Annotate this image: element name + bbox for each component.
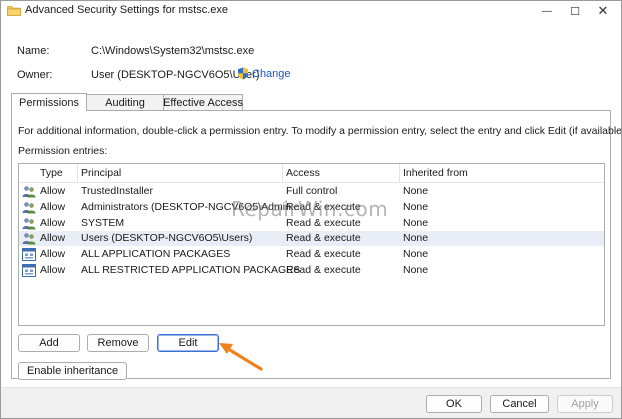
row-inherited-from: None [403, 264, 429, 276]
folder-icon [7, 6, 21, 16]
tab-auditing[interactable]: Auditing [86, 94, 164, 110]
table-row-selected[interactable]: Allow Users (DESKTOP-NGCV6O5\Users) Read… [19, 231, 604, 246]
row-access: Read & execute [286, 232, 361, 244]
column-divider[interactable] [282, 164, 283, 182]
permission-entries-list[interactable]: Type Principal Access Inherited from All… [18, 163, 605, 326]
column-header-principal[interactable]: Principal [81, 167, 121, 179]
row-principal: SYSTEM [81, 217, 125, 229]
row-type: Allow [40, 185, 66, 197]
row-principal: ALL RESTRICTED APPLICATION PACKAGES [81, 264, 301, 276]
row-inherited-from: None [403, 217, 429, 229]
column-divider[interactable] [399, 164, 400, 182]
name-value: C:\Windows\System32\mstsc.exe [91, 45, 255, 57]
edit-button[interactable]: Edit [157, 334, 219, 352]
maximize-icon: ☐ [570, 5, 580, 18]
app-package-icon [22, 248, 36, 261]
permissions-description: For additional information, double-click… [18, 125, 622, 137]
users-icon [22, 186, 36, 198]
dialog-footer: OK Cancel Apply [1, 387, 621, 418]
users-icon [22, 233, 36, 245]
add-button[interactable]: Add [18, 334, 80, 352]
users-icon [22, 218, 36, 230]
column-header-access[interactable]: Access [286, 167, 320, 179]
table-row[interactable]: Allow Administrators (DESKTOP-NGCV6O5\Ad… [19, 200, 604, 215]
advanced-security-settings-window: Advanced Security Settings for mstsc.exe… [0, 0, 622, 419]
row-type: Allow [40, 201, 66, 213]
row-inherited-from: None [403, 232, 429, 244]
row-access: Read & execute [286, 217, 361, 229]
tab-effective-access[interactable]: Effective Access [163, 94, 243, 110]
column-header-type[interactable]: Type [40, 167, 63, 179]
row-type: Allow [40, 264, 66, 276]
row-principal: Administrators (DESKTOP-NGCV6O5\Admin... [81, 201, 300, 213]
title-bar[interactable]: Advanced Security Settings for mstsc.exe… [1, 1, 621, 21]
tab-effective-access-label: Effective Access [163, 96, 243, 109]
row-access: Full control [286, 185, 338, 197]
row-type: Allow [40, 217, 66, 229]
permissions-panel: For additional information, double-click… [11, 110, 621, 380]
table-row[interactable]: Allow ALL RESTRICTED APPLICATION PACKAGE… [19, 263, 604, 278]
row-type: Allow [40, 232, 66, 244]
users-icon [22, 202, 36, 214]
ok-button[interactable]: OK [426, 395, 482, 413]
list-header: Type Principal Access Inherited from [19, 164, 604, 183]
change-link-label: Change [252, 67, 291, 80]
enable-inheritance-button[interactable]: Enable inheritance [18, 362, 127, 380]
column-header-inherited-from[interactable]: Inherited from [403, 167, 468, 179]
row-principal: ALL APPLICATION PACKAGES [81, 248, 231, 260]
row-access: Read & execute [286, 248, 361, 260]
row-access: Read & execute [286, 201, 361, 213]
minimize-button[interactable]: — [533, 1, 561, 21]
app-package-icon [22, 264, 36, 277]
table-row[interactable]: Allow ALL APPLICATION PACKAGES Read & ex… [19, 247, 604, 262]
change-owner-link[interactable]: Change [237, 67, 291, 80]
row-principal: Users (DESKTOP-NGCV6O5\Users) [81, 232, 253, 244]
row-access: Read & execute [286, 264, 361, 276]
column-divider[interactable] [77, 164, 78, 182]
uac-shield-icon [238, 67, 248, 80]
tab-strip: Permissions Auditing Effective Access [11, 93, 243, 111]
owner-value: User (DESKTOP-NGCV6O5\User) [91, 69, 260, 81]
name-label: Name: [17, 45, 50, 57]
permission-entries-label: Permission entries: [18, 145, 108, 157]
close-button[interactable]: ✕ [589, 1, 617, 21]
row-principal: TrustedInstaller [81, 185, 153, 197]
orange-arrow-icon [219, 343, 263, 371]
close-icon: ✕ [597, 3, 609, 18]
owner-label: Owner: [17, 69, 53, 81]
row-inherited-from: None [403, 201, 429, 213]
maximize-button[interactable]: ☐ [561, 1, 589, 21]
row-inherited-from: None [403, 185, 429, 197]
tab-permissions-label: Permissions [19, 96, 79, 109]
minimize-icon: — [542, 5, 552, 17]
tab-permissions[interactable]: Permissions [11, 93, 87, 111]
row-type: Allow [40, 248, 66, 260]
tab-auditing-label: Auditing [105, 96, 145, 109]
table-row[interactable]: Allow SYSTEM Read & execute None [19, 216, 604, 231]
window-title: Advanced Security Settings for mstsc.exe [25, 4, 228, 16]
table-row[interactable]: Allow TrustedInstaller Full control None [19, 184, 604, 199]
apply-button[interactable]: Apply [557, 395, 613, 413]
row-inherited-from: None [403, 248, 429, 260]
cancel-button[interactable]: Cancel [490, 395, 549, 413]
remove-button[interactable]: Remove [87, 334, 149, 352]
